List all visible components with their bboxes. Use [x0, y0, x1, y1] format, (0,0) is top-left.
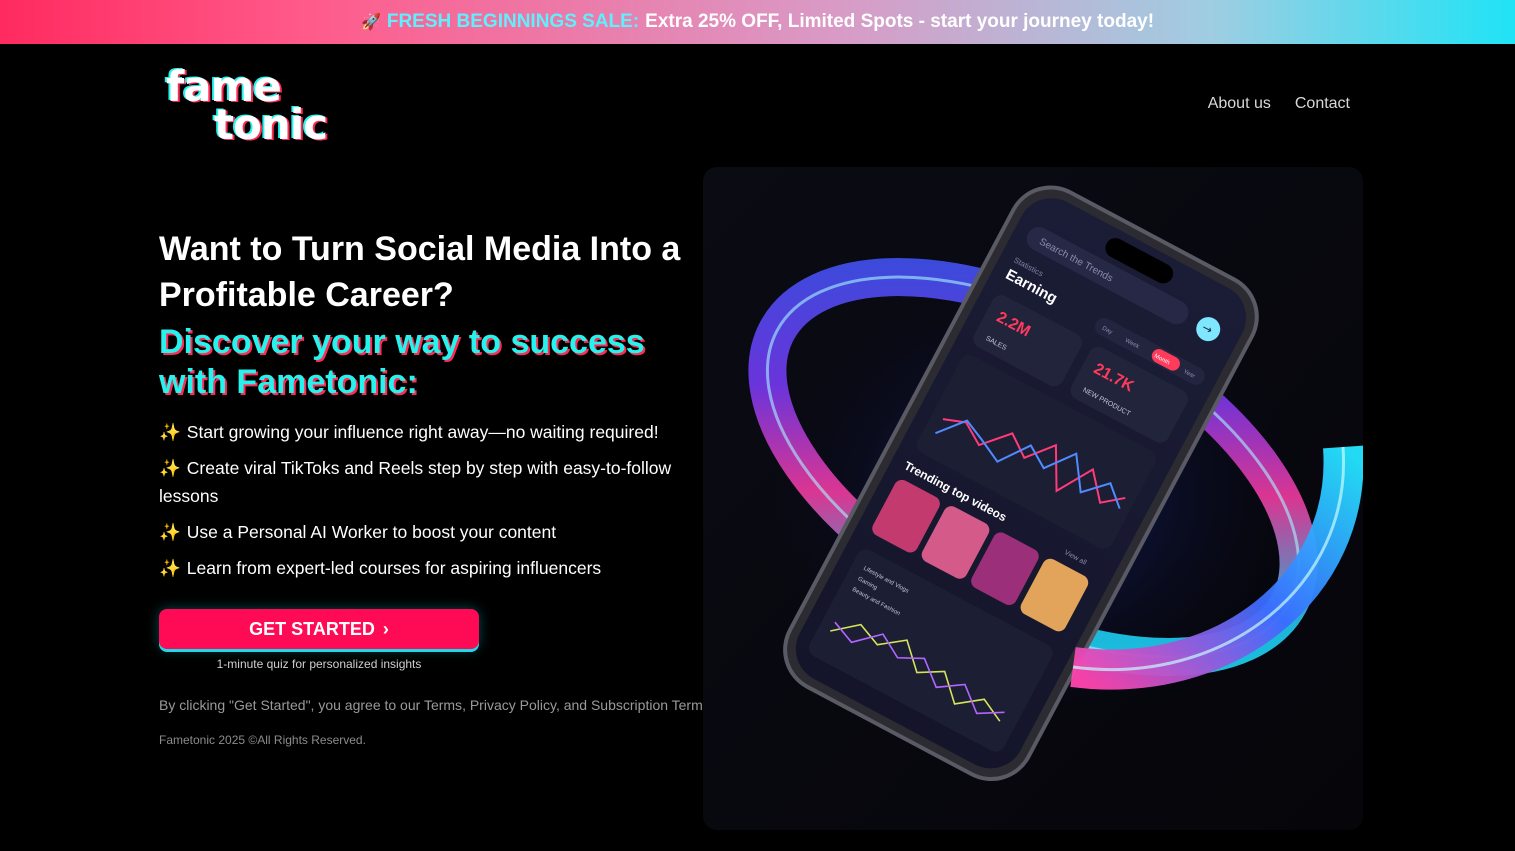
nav-contact-link[interactable]: Contact: [1295, 95, 1350, 113]
feature-text: Learn from expert-led courses for aspiri…: [186, 558, 602, 578]
get-started-button[interactable]: GET STARTED ›: [159, 609, 479, 649]
sparkles-icon: ✨: [159, 522, 181, 542]
feature-text: Create viral TikToks and Reels step by s…: [159, 458, 672, 506]
sale-label: FRESH BEGINNINGS SALE:: [386, 11, 640, 32]
sparkles-icon: ✨: [159, 558, 181, 578]
feature-text: Use a Personal AI Worker to boost your c…: [186, 522, 557, 542]
feature-item: ✨ Learn from expert-led courses for aspir…: [159, 554, 704, 582]
get-started-label: GET STARTED: [249, 618, 375, 639]
top-nav: About us Contact: [1208, 95, 1350, 113]
fametonic-logo[interactable]: fame tonic: [166, 66, 346, 148]
hero-phone-illustration: Search the Trends → Statistics Earning D…: [703, 167, 1363, 830]
subscription-terms-link[interactable]: Subscription Terms: [591, 697, 710, 713]
chevron-right-icon: ›: [382, 618, 389, 639]
feature-item: ✨ Start growing your influence right away…: [159, 418, 704, 446]
logo-line-2: tonic: [214, 100, 328, 149]
hero-title: Want to Turn Social Media Into a Profita…: [159, 230, 681, 314]
feature-item: ✨ Use a Personal AI Worker to boost your …: [159, 518, 704, 546]
feature-text: Start growing your influence right away—…: [186, 422, 659, 442]
legal-and: , and: [555, 697, 588, 713]
copyright-text: Fametonic 2025 ©All Rights Reserved.: [159, 733, 366, 747]
terms-link[interactable]: Terms: [424, 697, 462, 713]
rocket-icon: 🚀: [360, 14, 381, 31]
sale-message: Extra 25% OFF, Limited Spots - start you…: [645, 11, 1155, 32]
feature-item: ✨ Create viral TikToks and Reels step by …: [159, 454, 704, 510]
legal-notice: By clicking "Get Started", you agree to …: [159, 697, 714, 713]
sparkles-icon: ✨: [159, 422, 181, 442]
legal-prefix: By clicking "Get Started", you agree to …: [159, 697, 421, 713]
privacy-policy-link[interactable]: Privacy Policy: [470, 697, 556, 713]
nav-about-link[interactable]: About us: [1208, 95, 1271, 113]
hero-subtitle: Discover your way to success with Fameto…: [159, 323, 645, 401]
hero-section: Want to Turn Social Media Into a Profita…: [159, 226, 719, 590]
cta-subtext: 1-minute quiz for personalized insights: [216, 657, 422, 671]
promo-banner: 🚀 FRESH BEGINNINGS SALE: Extra 25% OFF, …: [0, 0, 1515, 44]
feature-list: ✨ Start growing your influence right away…: [159, 418, 719, 582]
sparkles-icon: ✨: [159, 458, 181, 478]
